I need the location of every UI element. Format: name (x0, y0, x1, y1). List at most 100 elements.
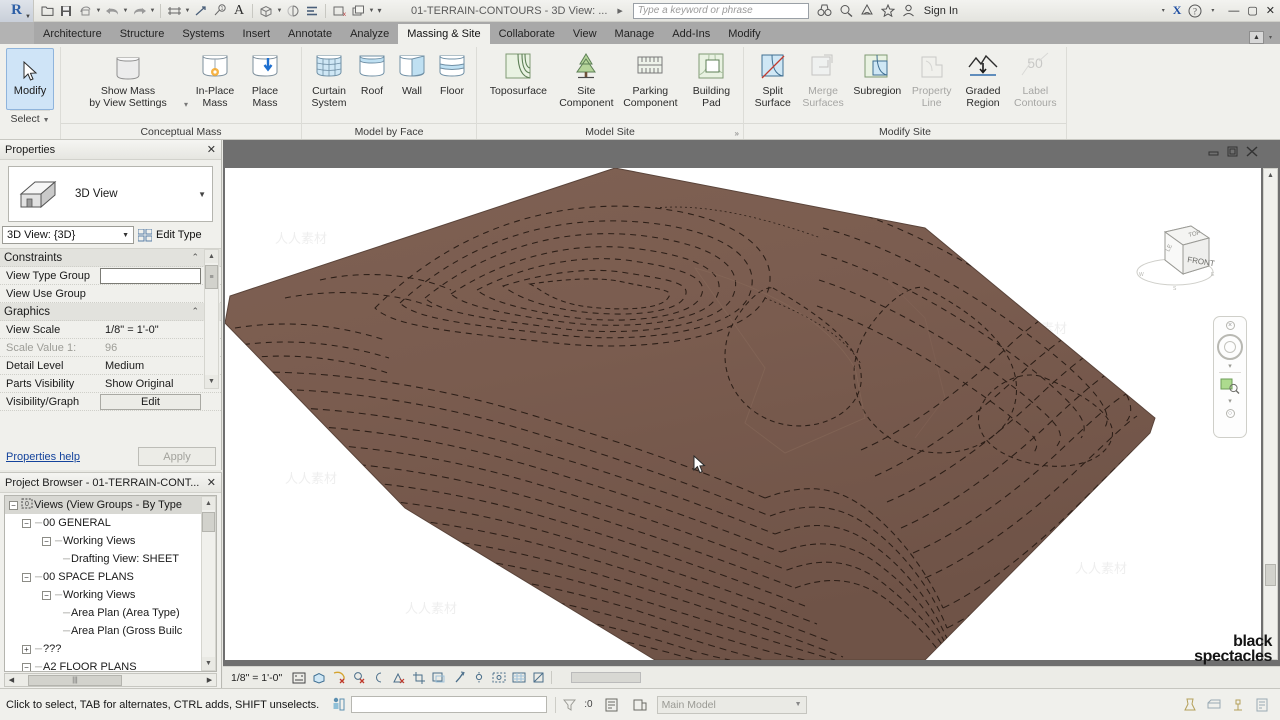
steering-wheel-icon[interactable] (1217, 334, 1243, 360)
undo-icon[interactable] (103, 2, 121, 20)
tab-architecture[interactable]: Architecture (34, 24, 111, 44)
chevron-up-icon[interactable]: ⌃ (191, 252, 199, 263)
tree-node-00-space-plans[interactable]: − ─ 00 SPACE PLANS (5, 568, 216, 586)
project-browser-tree[interactable]: − 0 Views (View Groups - By Type − ─ 00 … (4, 495, 217, 672)
document-list-chevron-icon[interactable]: ▶ (617, 7, 622, 15)
dropdown-caret-icon[interactable]: ▾ (184, 100, 188, 109)
filter-icon[interactable] (560, 696, 578, 714)
application-menu-button[interactable]: R ▼ (0, 0, 34, 22)
rendering-dialog-icon[interactable] (391, 670, 406, 685)
scroll-down-icon[interactable]: ▼ (202, 657, 215, 670)
tab-annotate[interactable]: Annotate (279, 24, 341, 44)
expander-icon[interactable]: − (22, 572, 31, 582)
view-minimize-icon[interactable] (1208, 146, 1220, 157)
place-mass-button[interactable]: Place Mass (242, 47, 288, 112)
scroll-up-icon[interactable]: ▲ (1264, 169, 1277, 182)
merge-surfaces-button[interactable]: Merge Surfaces (797, 47, 848, 112)
property-group-graphics[interactable]: Graphics ⌃ (0, 303, 221, 321)
tree-node-views[interactable]: − 0 Views (View Groups - By Type (5, 496, 216, 514)
tree-node-area-plan-area-type[interactable]: ─ Area Plan (Area Type) (5, 604, 216, 622)
property-row[interactable]: Visibility/Graph Edit (0, 393, 221, 411)
apply-button[interactable]: Apply (138, 447, 216, 466)
save-icon[interactable] (57, 2, 75, 20)
maximize-button[interactable]: ▢ (1247, 4, 1257, 17)
autodesk-exchange-icon[interactable]: X (1173, 3, 1182, 18)
text-icon[interactable]: A (230, 2, 248, 20)
expander-icon[interactable]: − (9, 500, 18, 510)
show-mass-by-view-settings-button[interactable]: Show Mass by View Settings (74, 47, 182, 112)
aligned-dimension-icon[interactable] (165, 2, 183, 20)
search-magnifier-icon[interactable] (838, 3, 854, 19)
search-input[interactable]: Type a keyword or phrase (632, 2, 809, 19)
view-restore-icon[interactable] (1227, 146, 1239, 157)
toposurface-terrain[interactable] (225, 168, 1261, 660)
switch-windows-icon[interactable] (349, 2, 367, 20)
sign-in-label[interactable]: Sign In (924, 5, 958, 17)
label-contours-button[interactable]: 50 Label Contours (1009, 47, 1062, 112)
navbar-menu-icon[interactable]: ○ (1225, 409, 1235, 418)
view-cube[interactable]: TOP FRONT LE W E S (1129, 216, 1221, 302)
property-value-edit-button[interactable]: Edit (100, 393, 201, 410)
tab-systems[interactable]: Systems (173, 24, 233, 44)
tab-view[interactable]: View (564, 24, 606, 44)
measure-icon[interactable] (192, 2, 210, 20)
scrollbar-thumb[interactable] (202, 512, 215, 532)
building-pad-button[interactable]: Building Pad (684, 47, 739, 112)
thin-lines-icon[interactable] (303, 2, 321, 20)
property-row[interactable]: Detail Level Medium (0, 357, 221, 375)
chevron-down-icon[interactable]: ▼ (184, 8, 191, 14)
scroll-right-icon[interactable]: ▶ (203, 676, 216, 684)
chevron-down-icon[interactable]: ▼ (122, 232, 129, 239)
scroll-up-icon[interactable]: ▲ (205, 250, 218, 263)
site-component-button[interactable]: Site Component (556, 47, 617, 112)
chevron-down-icon[interactable]: ▼ (95, 8, 102, 14)
shadows-icon[interactable] (371, 670, 386, 685)
close-icon[interactable]: ✕ (207, 143, 216, 156)
tag-icon[interactable]: 1 (211, 2, 229, 20)
open-icon[interactable] (38, 2, 56, 20)
chevron-down-icon[interactable]: ▼ (149, 8, 156, 14)
property-value[interactable]: 1/8" = 1'-0" (100, 322, 201, 338)
tab-manage[interactable]: Manage (606, 24, 664, 44)
worksets-icon[interactable] (631, 696, 649, 714)
chevron-down-icon[interactable]: ▾ (1160, 7, 1167, 14)
chevron-up-icon[interactable]: ⌃ (191, 306, 199, 317)
user-account-icon[interactable] (901, 3, 917, 19)
tree-node-area-plan-gross-building[interactable]: ─ Area Plan (Gross Builc (5, 622, 216, 640)
tree-node-working-views-general[interactable]: − ─ Working Views (5, 532, 216, 550)
close-icon[interactable]: ✕ (207, 476, 216, 489)
help-icon[interactable]: ? (1187, 3, 1203, 19)
hscrollbar-thumb[interactable]: ||| (28, 674, 122, 686)
toposurface-button[interactable]: Toposurface (481, 47, 556, 100)
3d-view-canvas[interactable]: 人人素材 人人素材 人人素材 人人素材 人人素材 人人素材 人人素材 人人素材 … (225, 168, 1261, 660)
communication-center-icon[interactable] (859, 3, 875, 19)
sun-path-icon[interactable] (351, 670, 366, 685)
tree-node-working-views-space[interactable]: − ─ Working Views (5, 586, 216, 604)
redo-icon[interactable] (130, 2, 148, 20)
property-row[interactable]: View Type Group (0, 267, 221, 285)
constraints-icon[interactable] (531, 670, 546, 685)
properties-scrollbar[interactable]: ▲ ≡ ▼ (204, 249, 219, 389)
scroll-down-icon[interactable]: ▼ (205, 375, 218, 388)
floor-by-face-button[interactable]: Floor (432, 47, 472, 100)
property-value[interactable]: Show Original (100, 376, 201, 392)
ribbon-minimize-icon[interactable]: ▲ (1249, 31, 1264, 44)
property-group-constraints[interactable]: Constraints ⌃ (0, 249, 221, 267)
scroll-up-icon[interactable]: ▲ (202, 497, 215, 510)
graded-region-button[interactable]: Graded Region (957, 47, 1008, 112)
temporary-hide-isolate-icon[interactable] (471, 670, 486, 685)
roof-by-face-button[interactable]: Roof (352, 47, 392, 100)
type-selector[interactable]: 3D View ▼ (8, 166, 213, 222)
expander-icon[interactable]: + (22, 644, 31, 654)
tab-modify[interactable]: Modify (719, 24, 769, 44)
expander-icon[interactable]: − (42, 590, 51, 600)
chevron-down-icon[interactable]: ▼ (198, 190, 206, 199)
design-options-icon[interactable] (1182, 697, 1198, 713)
exclude-options-icon[interactable] (1206, 697, 1222, 713)
customize-qat-icon[interactable]: ▾ (376, 6, 383, 15)
chevron-down-icon[interactable]: ▼ (43, 117, 50, 124)
instance-type-combo[interactable]: 3D View: {3D} ▼ (2, 226, 134, 244)
tab-structure[interactable]: Structure (111, 24, 174, 44)
tab-collaborate[interactable]: Collaborate (490, 24, 564, 44)
expander-icon[interactable]: − (42, 536, 51, 546)
